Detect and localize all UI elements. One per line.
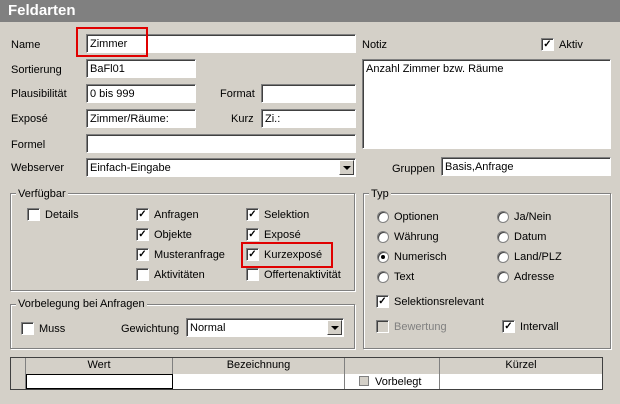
verfuegbar-legend: Verfügbar	[16, 187, 68, 201]
check-icon: ✓	[248, 209, 257, 220]
webserver-label: Webserver	[11, 162, 64, 174]
grid-corner-cell	[11, 358, 26, 374]
typ-optionen-label: Optionen	[394, 211, 439, 223]
muss-label: Muss	[39, 323, 66, 335]
typ-waehrung-label: Währung	[394, 231, 439, 243]
webserver-dropdown[interactable]: Einfach-Eingabe	[86, 158, 356, 177]
kurz-field[interactable]: Zi.:	[261, 109, 356, 128]
check-icon: ✓	[248, 229, 257, 240]
check-icon: ✓	[138, 209, 147, 220]
grid-header-kuerzel[interactable]: Kürzel	[440, 358, 602, 374]
bewertung-label: Bewertung	[394, 321, 447, 333]
check-icon: ✓	[378, 296, 387, 307]
grid-cell-bezeichnung[interactable]	[173, 374, 345, 389]
chevron-down-icon[interactable]	[339, 160, 354, 175]
vorbelegung-legend: Vorbelegung bei Anfragen	[16, 297, 147, 311]
typ-text-label: Text	[394, 271, 415, 283]
vorbelegt-checkbox[interactable]	[359, 376, 369, 386]
typ-numerisch-radio[interactable]	[377, 251, 389, 263]
details-label: Details	[45, 209, 79, 221]
vorbelegt-label: Vorbelegt	[375, 376, 422, 388]
format-label: Format	[220, 88, 255, 100]
anfragen-checkbox[interactable]: ✓	[136, 208, 149, 221]
expose-label: Exposé	[11, 113, 48, 125]
sortierung-label: Sortierung	[11, 64, 62, 76]
intervall-checkbox[interactable]: ✓	[502, 320, 515, 333]
typ-optionen-radio[interactable]	[377, 211, 389, 223]
grid-cell-wert[interactable]	[26, 374, 173, 389]
typ-landplz-radio[interactable]	[497, 251, 509, 263]
grid-header-wert[interactable]: Wert	[26, 358, 173, 374]
window-title: Feldarten	[0, 0, 620, 22]
bewertung-checkbox	[376, 320, 389, 333]
expose-field[interactable]: Zimmer/Räume:	[86, 109, 196, 128]
kurz-label: Kurz	[231, 113, 254, 125]
grid-cell-kuerzel[interactable]	[440, 374, 602, 389]
row-selector[interactable]	[11, 374, 26, 389]
objekte-checkbox[interactable]: ✓	[136, 228, 149, 241]
grid-cell-vorbelegt[interactable]: Vorbelegt	[345, 374, 440, 389]
grid-header-row: Wert Bezeichnung Kürzel	[11, 358, 602, 374]
muss-checkbox[interactable]	[21, 322, 34, 335]
selektionsrelevant-checkbox[interactable]: ✓	[376, 295, 389, 308]
typ-datum-radio[interactable]	[497, 231, 509, 243]
offertenaktivitaet-label: Offertenaktivität	[264, 269, 341, 281]
check-icon: ✓	[543, 39, 552, 50]
table-row[interactable]: Vorbelegt	[11, 374, 602, 389]
gewichtung-value: Normal	[190, 322, 226, 334]
webserver-value: Einfach-Eingabe	[90, 162, 171, 174]
details-checkbox[interactable]	[27, 208, 40, 221]
objekte-label: Objekte	[154, 229, 192, 241]
typ-landplz-label: Land/PLZ	[514, 251, 562, 263]
typ-text-radio[interactable]	[377, 271, 389, 283]
name-highlight-box	[76, 27, 148, 57]
plausibilitaet-label: Plausibilität	[11, 88, 67, 100]
aktiv-checkbox[interactable]: ✓	[541, 38, 554, 51]
grid-header-bezeichnung[interactable]: Bezeichnung	[173, 358, 345, 374]
typ-legend: Typ	[369, 187, 391, 201]
aktivitaeten-checkbox[interactable]	[136, 268, 149, 281]
chevron-down-icon[interactable]	[327, 320, 342, 335]
format-field[interactable]	[261, 84, 356, 103]
gruppen-label: Gruppen	[392, 163, 435, 175]
intervall-label: Intervall	[520, 321, 559, 333]
anfragen-label: Anfragen	[154, 209, 199, 221]
plausibilitaet-field[interactable]: 0 bis 999	[86, 84, 196, 103]
gruppen-field[interactable]: Basis,Anfrage	[441, 157, 611, 176]
name-label: Name	[11, 39, 41, 51]
typ-janein-radio[interactable]	[497, 211, 509, 223]
aktivitaeten-label: Aktivitäten	[154, 269, 205, 281]
typ-adresse-label: Adresse	[514, 271, 555, 283]
check-icon: ✓	[138, 249, 147, 260]
gewichtung-dropdown[interactable]: Normal	[186, 318, 344, 337]
sortierung-field[interactable]: BaFl01	[86, 59, 196, 78]
musteranfrage-checkbox[interactable]: ✓	[136, 248, 149, 261]
typ-numerisch-label: Numerisch	[394, 251, 447, 263]
offertenaktivitaet-checkbox[interactable]	[246, 268, 259, 281]
selektion-label: Selektion	[264, 209, 310, 221]
grid-header-vorbelegt[interactable]	[345, 358, 440, 374]
aktiv-label: Aktiv	[559, 39, 583, 51]
typ-datum-label: Datum	[514, 231, 547, 243]
kurzexpose-highlight-box	[241, 242, 333, 268]
gewichtung-label: Gewichtung	[121, 323, 180, 335]
formel-label: Formel	[11, 139, 46, 151]
expose-checkbox[interactable]: ✓	[246, 228, 259, 241]
selektion-checkbox[interactable]: ✓	[246, 208, 259, 221]
notiz-label: Notiz	[362, 39, 388, 51]
formel-field[interactable]	[86, 134, 356, 153]
check-icon: ✓	[138, 229, 147, 240]
check-icon: ✓	[504, 321, 513, 332]
selektionsrelevant-label: Selektionsrelevant	[394, 296, 484, 308]
typ-adresse-radio[interactable]	[497, 271, 509, 283]
notiz-textarea[interactable]: Anzahl Zimmer bzw. Räume	[362, 59, 611, 149]
typ-waehrung-radio[interactable]	[377, 231, 389, 243]
musteranfrage-label: Musteranfrage	[154, 249, 225, 261]
typ-janein-label: Ja/Nein	[514, 211, 552, 223]
values-grid[interactable]: Wert Bezeichnung Kürzel Vorbelegt	[10, 357, 603, 390]
expose-option-label: Exposé	[264, 229, 301, 241]
